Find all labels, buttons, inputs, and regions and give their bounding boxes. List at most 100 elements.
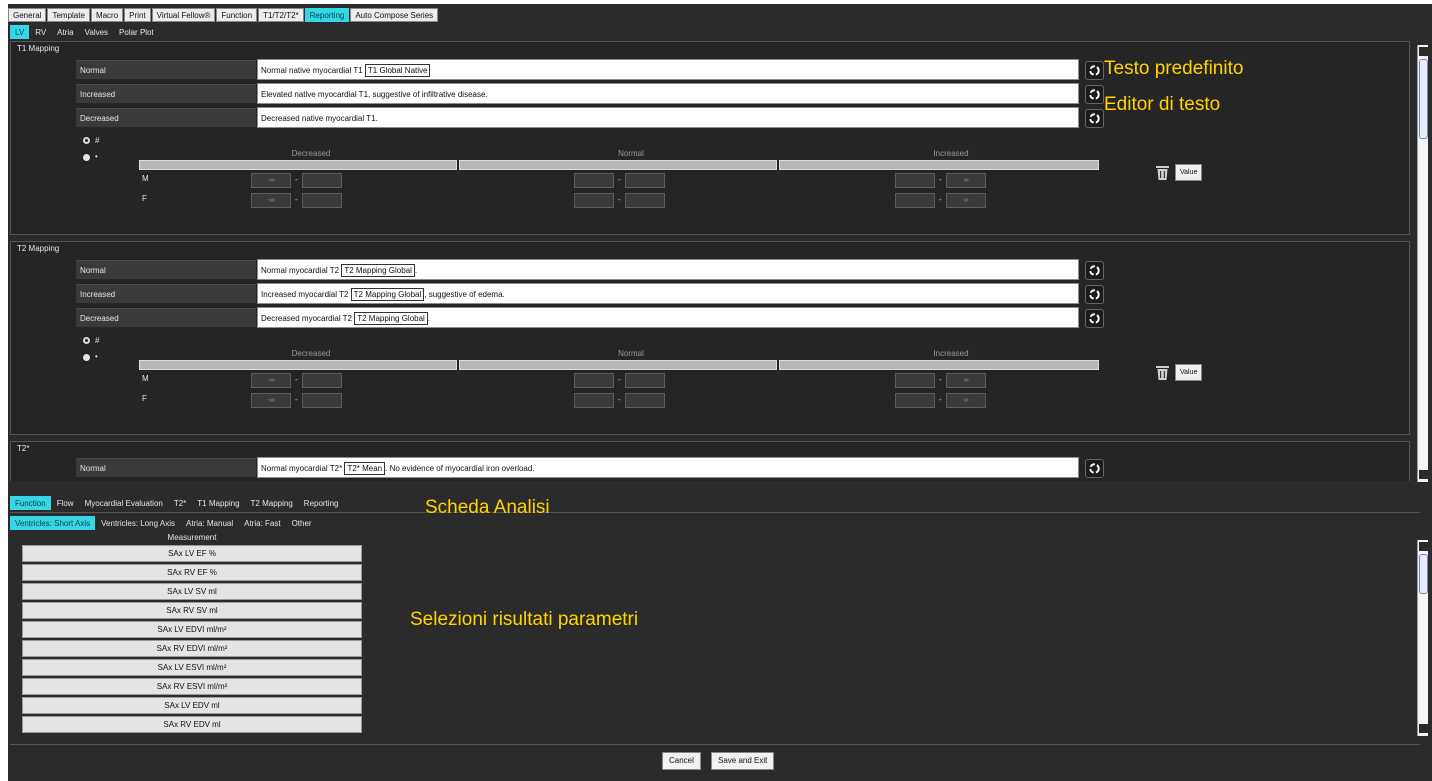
text-segment: Decreased myocardial T2 <box>261 314 355 323</box>
app-window: General Template Macro Print Virtual Fel… <box>8 4 1432 781</box>
tab-other[interactable]: Other <box>287 516 317 530</box>
threshold-input[interactable] <box>574 373 614 388</box>
measurement-item[interactable]: SAx LV SV ml <box>22 583 362 600</box>
measurement-item[interactable]: SAx RV ESVI ml/m² <box>22 678 362 695</box>
threshold-input[interactable] <box>302 393 342 408</box>
macro-tag[interactable]: T2 Mapping Global <box>341 264 415 277</box>
tab-atria[interactable]: Atria <box>52 25 78 39</box>
threshold-input[interactable]: ∞ <box>946 393 986 408</box>
tab-rv[interactable]: RV <box>30 25 51 39</box>
radio-dot[interactable] <box>83 154 90 161</box>
threshold-input[interactable] <box>574 393 614 408</box>
scroll-down-arrow-icon[interactable] <box>1419 470 1428 479</box>
measurement-item[interactable]: SAx LV EDVI ml/m² <box>22 621 362 638</box>
measurement-item[interactable]: SAx LV EF % <box>22 545 362 562</box>
scrollbar-thumb[interactable] <box>1419 59 1428 139</box>
measurement-item[interactable]: SAx RV EDV ml <box>22 716 362 733</box>
text-editor-normal[interactable]: Normal myocardial T2 T2 Mapping Global. <box>257 259 1079 280</box>
trash-icon[interactable] <box>1155 365 1170 381</box>
radio-hash[interactable] <box>83 337 90 344</box>
threshold-input[interactable] <box>302 173 342 188</box>
recycle-icon[interactable] <box>1085 109 1104 128</box>
threshold-input[interactable] <box>625 373 665 388</box>
threshold-input[interactable] <box>895 393 935 408</box>
tab-auto-compose-series[interactable]: Auto Compose Series <box>350 8 439 22</box>
scroll-down-arrow-icon[interactable] <box>1419 724 1428 733</box>
tab-valves[interactable]: Valves <box>80 25 113 39</box>
tab-analysis-myocardial-evaluation[interactable]: Myocardial Evaluation <box>80 496 168 510</box>
threshold-input[interactable] <box>895 193 935 208</box>
measurement-header: Measurement <box>167 533 217 542</box>
measurement-item[interactable]: SAx LV ESVI ml/m² <box>22 659 362 676</box>
scroll-up-arrow-icon[interactable] <box>1419 47 1428 56</box>
text-editor-decreased[interactable]: Decreased myocardial T2 T2 Mapping Globa… <box>257 307 1079 328</box>
tab-analysis-t1-mapping[interactable]: T1 Mapping <box>192 496 244 510</box>
recycle-icon[interactable] <box>1085 285 1104 304</box>
text-editor-increased[interactable]: Elevated native myocardial T1, suggestiv… <box>257 83 1079 104</box>
save-and-exit-button[interactable]: Save and Exit <box>711 752 775 770</box>
value-button[interactable]: Value <box>1175 164 1203 181</box>
tab-analysis-reporting[interactable]: Reporting <box>299 496 344 510</box>
measurement-item[interactable]: SAx RV SV ml <box>22 602 362 619</box>
threshold-input[interactable] <box>574 173 614 188</box>
recycle-icon[interactable] <box>1085 459 1104 478</box>
text-editor-increased[interactable]: Increased myocardial T2 T2 Mapping Globa… <box>257 283 1079 304</box>
threshold-input[interactable]: ∞ <box>946 373 986 388</box>
tab-reporting[interactable]: Reporting <box>304 8 350 22</box>
threshold-input[interactable]: ∞ <box>946 173 986 188</box>
threshold-input[interactable]: -∞ <box>251 373 291 388</box>
threshold-input[interactable]: ∞ <box>946 193 986 208</box>
tab-function[interactable]: Function <box>216 8 258 22</box>
threshold-input[interactable]: -∞ <box>251 173 291 188</box>
threshold-input[interactable]: -∞ <box>251 193 291 208</box>
tab-lv[interactable]: LV <box>10 25 30 39</box>
scroll-up-arrow-icon[interactable] <box>1419 542 1428 551</box>
text-editor-normal[interactable]: Normal native myocardial T1 T1 Global Na… <box>257 59 1079 80</box>
tab-virtual-fellow[interactable]: Virtual Fellow® <box>151 8 216 22</box>
tab-t1-t2-t2star[interactable]: T1/T2/T2* <box>258 8 304 22</box>
threshold-input[interactable] <box>625 193 665 208</box>
tab-atria-fast[interactable]: Atria: Fast <box>239 516 285 530</box>
tab-analysis-flow[interactable]: Flow <box>52 496 79 510</box>
threshold-input[interactable]: -∞ <box>251 393 291 408</box>
text-editor-decreased[interactable]: Decreased native myocardial T1. <box>257 107 1079 128</box>
threshold-input[interactable] <box>895 173 935 188</box>
scrollbar-thumb[interactable] <box>1419 554 1428 594</box>
tab-atria-manual[interactable]: Atria: Manual <box>181 516 238 530</box>
tab-print[interactable]: Print <box>124 8 151 22</box>
tab-ventricles-short-axis[interactable]: Ventricles: Short Axis <box>10 516 96 530</box>
recycle-icon[interactable] <box>1085 85 1104 104</box>
radio-hash[interactable] <box>83 137 90 144</box>
recycle-icon[interactable] <box>1085 61 1104 80</box>
threshold-input[interactable] <box>302 373 342 388</box>
macro-tag[interactable]: T1 Global Native <box>364 64 431 77</box>
macro-tag[interactable]: T2 Mapping Global <box>354 312 428 325</box>
tab-analysis-t2-mapping[interactable]: T2 Mapping <box>246 496 298 510</box>
threshold-input[interactable] <box>302 193 342 208</box>
threshold-input[interactable] <box>895 373 935 388</box>
threshold-input[interactable] <box>574 193 614 208</box>
reporting-scrollbar[interactable] <box>1417 45 1428 482</box>
measurement-item[interactable]: SAx RV EDVI ml/m² <box>22 640 362 657</box>
tab-template[interactable]: Template <box>47 8 90 22</box>
tab-analysis-function[interactable]: Function <box>10 496 51 510</box>
text-editor-normal[interactable]: Normal myocardial T2* T2* Mean. No evide… <box>257 457 1079 478</box>
threshold-input[interactable] <box>625 393 665 408</box>
threshold-input[interactable] <box>625 173 665 188</box>
tab-polar-plot[interactable]: Polar Plot <box>114 25 159 39</box>
cancel-button[interactable]: Cancel <box>662 752 701 770</box>
macro-tag[interactable]: T2* Mean <box>344 462 386 475</box>
recycle-icon[interactable] <box>1085 261 1104 280</box>
tab-ventricles-long-axis[interactable]: Ventricles: Long Axis <box>96 516 180 530</box>
tab-general[interactable]: General <box>8 8 47 22</box>
radio-dot[interactable] <box>83 354 90 361</box>
macro-tag[interactable]: T2 Mapping Global <box>350 288 425 301</box>
tab-analysis-t2star[interactable]: T2* <box>169 496 191 510</box>
value-button[interactable]: Value <box>1175 364 1203 381</box>
recycle-icon[interactable] <box>1085 309 1104 328</box>
measurement-item[interactable]: SAx RV EF % <box>22 564 362 581</box>
tab-macro[interactable]: Macro <box>90 8 124 22</box>
trash-icon[interactable] <box>1155 165 1170 181</box>
measurement-scrollbar[interactable] <box>1417 540 1428 736</box>
measurement-item[interactable]: SAx LV EDV ml <box>22 697 362 714</box>
